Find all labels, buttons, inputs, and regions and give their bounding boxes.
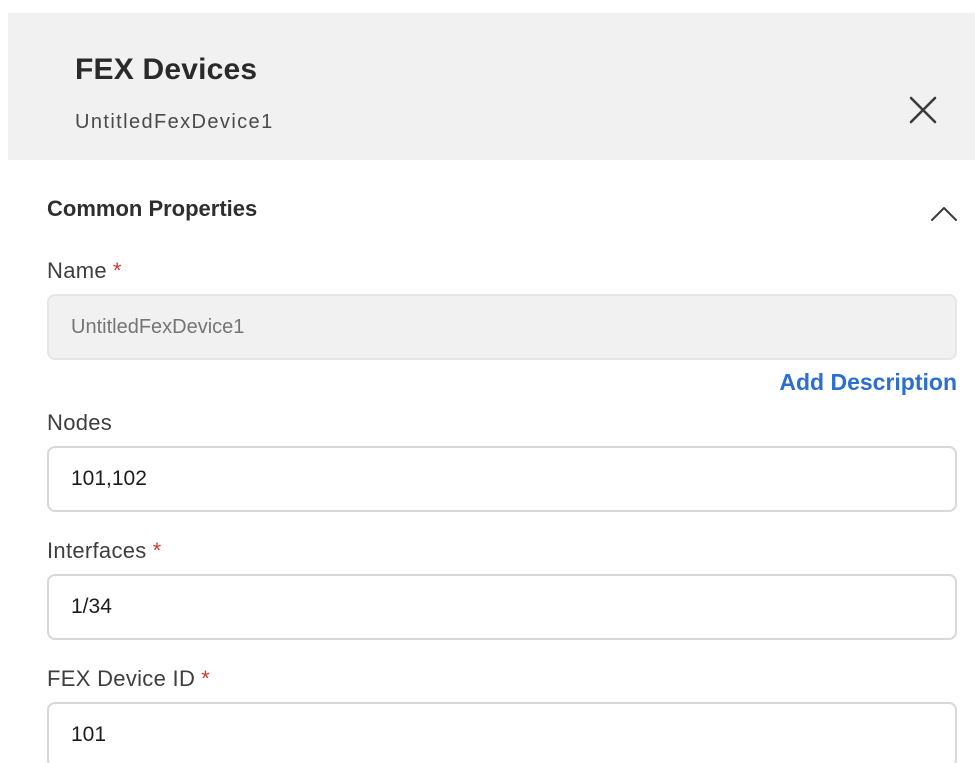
collapse-section-button[interactable]	[927, 202, 961, 226]
interfaces-label: Interfaces *	[47, 538, 161, 564]
nodes-label: Nodes	[47, 410, 113, 435]
required-marker: *	[152, 538, 162, 563]
fex-device-panel: FEX Devices UntitledFexDevice1 Common Pr…	[0, 0, 975, 763]
name-input[interactable]	[47, 294, 957, 360]
fex-device-id-label-text: FEX Device ID	[47, 666, 196, 691]
name-label: Name *	[47, 258, 122, 284]
required-marker: *	[201, 666, 211, 691]
name-label-text: Name	[47, 258, 107, 283]
interfaces-label-text: Interfaces	[47, 538, 147, 563]
page-title: FEX Devices	[75, 53, 258, 86]
interfaces-input[interactable]	[47, 574, 957, 640]
chevron-up-icon	[931, 207, 957, 221]
fex-device-id-label: FEX Device ID *	[47, 666, 210, 692]
fex-device-id-input[interactable]	[47, 702, 957, 763]
page-subtitle: UntitledFexDevice1	[75, 111, 274, 133]
close-button[interactable]	[906, 93, 940, 127]
nodes-input[interactable]	[47, 446, 957, 512]
add-description-link[interactable]: Add Description	[779, 369, 957, 396]
close-icon	[909, 96, 937, 124]
panel-header: FEX Devices UntitledFexDevice1	[8, 13, 975, 160]
section-title-common-properties: Common Properties	[47, 196, 258, 221]
required-marker: *	[112, 258, 122, 283]
